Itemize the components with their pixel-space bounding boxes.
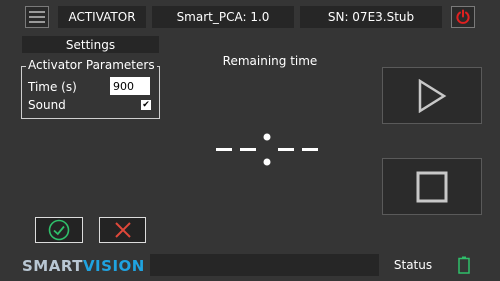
check-icon bbox=[48, 219, 70, 241]
play-button[interactable] bbox=[382, 67, 482, 124]
mode-label: ACTIVATOR bbox=[58, 6, 146, 28]
stop-button[interactable] bbox=[382, 158, 482, 215]
model-label: Smart_PCA: 1.0 bbox=[152, 6, 294, 28]
sound-label: Sound bbox=[28, 98, 66, 112]
power-icon bbox=[456, 9, 470, 24]
serial-label: SN: 07E3.Stub bbox=[300, 6, 442, 28]
countdown-display bbox=[212, 128, 324, 168]
power-button[interactable] bbox=[451, 6, 475, 28]
play-icon bbox=[418, 78, 447, 113]
smartvision-logo: SMART VISION bbox=[22, 257, 145, 275]
menu-button[interactable] bbox=[25, 6, 49, 28]
battery-icon bbox=[457, 256, 471, 274]
status-field bbox=[150, 254, 379, 276]
hamburger-menu-icon bbox=[29, 11, 45, 13]
cancel-button[interactable] bbox=[99, 217, 146, 243]
confirm-button[interactable] bbox=[35, 217, 83, 243]
time-label: Time (s) bbox=[28, 80, 77, 94]
close-icon bbox=[114, 222, 131, 238]
time-input[interactable] bbox=[110, 77, 150, 95]
remaining-time-label: Remaining time bbox=[222, 54, 318, 68]
stop-icon bbox=[416, 171, 448, 202]
settings-title: Settings bbox=[22, 36, 159, 53]
status-label: Status bbox=[393, 258, 433, 272]
sound-checkbox[interactable]: ✔ bbox=[141, 100, 151, 110]
activator-parameters-title: Activator Parameters bbox=[26, 58, 157, 72]
